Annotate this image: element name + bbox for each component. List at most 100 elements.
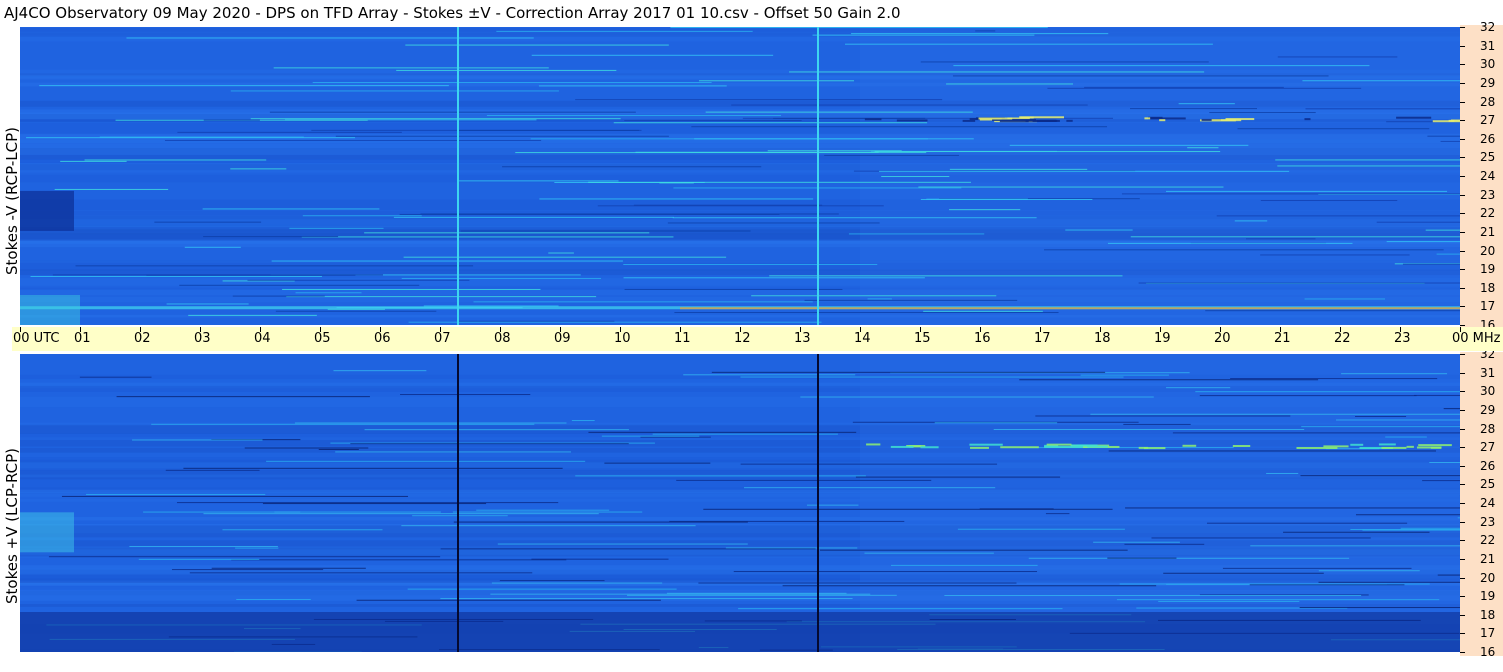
interference-streak <box>1336 419 1460 421</box>
utc-label: 20 <box>1214 331 1231 346</box>
signal-27mhz <box>970 446 989 449</box>
interference-streak <box>952 75 1329 77</box>
interference-streak <box>531 558 669 560</box>
freq-tick-17 <box>1460 633 1465 635</box>
interference-streak <box>782 585 1157 587</box>
interference-streak <box>879 170 1290 172</box>
interference-streak <box>262 503 487 505</box>
interference-streak <box>401 525 696 527</box>
interference-streak <box>623 264 878 266</box>
interference-streak <box>271 260 623 262</box>
interference-streak <box>993 429 1305 431</box>
interference-streak <box>683 374 856 376</box>
signal-27mhz <box>1396 116 1432 119</box>
chart-title: AJ4CO Observatory 09 May 2020 - DPS on T… <box>4 4 901 22</box>
low-freq-dark <box>20 612 1460 652</box>
interference-streak <box>333 370 427 372</box>
interference-streak <box>1436 253 1460 255</box>
interference-streak <box>1402 263 1460 265</box>
interference-streak <box>286 296 597 298</box>
interference-streak <box>851 33 1109 35</box>
interference-streak <box>1107 557 1177 559</box>
freq-label-26: 26 <box>1480 458 1496 473</box>
interference-streak <box>957 528 1125 530</box>
interference-streak <box>1187 147 1219 149</box>
utc-label: 00 MHz <box>1452 331 1501 346</box>
interference-streak <box>399 213 780 215</box>
interference-streak <box>1195 391 1460 393</box>
interference-streak <box>1130 108 1257 110</box>
interference-streak <box>738 608 1063 610</box>
interference-streak <box>171 569 324 571</box>
interference-streak <box>975 30 996 32</box>
interference-streak <box>1165 190 1448 192</box>
interference-streak <box>30 275 322 277</box>
interference-streak <box>881 176 950 178</box>
freq-label-24: 24 <box>1480 169 1496 183</box>
interference-streak <box>75 265 474 267</box>
utc-label: 18 <box>1094 331 1111 346</box>
interference-streak <box>1437 574 1460 576</box>
interference-streak <box>855 476 1061 478</box>
interference-streak <box>613 122 928 124</box>
interference-streak <box>698 582 1017 584</box>
freq-tick-21 <box>1460 558 1465 560</box>
freq-tick-23 <box>1460 194 1465 196</box>
interference-streak <box>274 511 301 513</box>
interference-streak <box>789 71 1205 73</box>
interference-streak <box>412 515 508 517</box>
interference-streak <box>597 205 884 207</box>
interference-streak <box>177 131 402 133</box>
interference-streak <box>401 277 601 279</box>
freq-tick-25 <box>1460 484 1465 486</box>
interference-streak <box>222 529 383 531</box>
utc-label: 13 <box>794 331 811 346</box>
signal-27mhz <box>1159 119 1166 122</box>
interference-streak <box>236 599 311 601</box>
freq-tick-20 <box>1460 577 1465 579</box>
interference-streak <box>733 571 1038 573</box>
interference-streak <box>1121 193 1460 195</box>
freq-tick-28 <box>1460 101 1465 103</box>
interference-streak <box>867 298 892 300</box>
freq-tick-30 <box>1460 64 1465 66</box>
interference-streak <box>266 460 586 462</box>
interference-streak <box>1019 379 1319 381</box>
interference-streak <box>711 371 1106 373</box>
interference-streak <box>1234 220 1268 222</box>
utc-label: 09 <box>554 331 571 346</box>
bottom-spectrogram-svg <box>20 354 1460 652</box>
bottom-panel-ylabel: Stokes +V (LCP-RCP) <box>3 448 21 604</box>
interference-streak <box>800 396 1154 398</box>
freq-tick-22 <box>1460 213 1465 215</box>
utc-label: 05 <box>314 331 331 346</box>
interference-streak <box>740 463 998 465</box>
freq-tick-19 <box>1460 596 1465 598</box>
interference-streak <box>691 126 1108 128</box>
interference-streak <box>116 396 370 398</box>
utc-label: 04 <box>254 331 271 346</box>
interference-streak <box>1260 254 1410 256</box>
interference-streak <box>1301 426 1460 428</box>
interference-streak <box>497 543 748 545</box>
freq-label-16: 16 <box>1480 645 1496 659</box>
freq-label-30: 30 <box>1480 384 1496 399</box>
interference-streak <box>538 85 727 87</box>
interference-streak <box>138 558 260 560</box>
freq-tick-32 <box>1460 354 1465 355</box>
utc-label: 07 <box>434 331 451 346</box>
interference-streak <box>1350 529 1460 531</box>
interference-streak <box>1047 87 1362 89</box>
interference-streak <box>244 447 369 449</box>
freq-tick-23 <box>1460 521 1465 523</box>
signal-27mhz <box>1448 119 1455 122</box>
utc-label: 02 <box>134 331 151 346</box>
signal-27mhz <box>1000 446 1039 449</box>
interference-streak <box>1084 86 1284 88</box>
interference-streak <box>491 582 663 584</box>
interference-streak <box>232 295 325 297</box>
interference-streak <box>393 216 674 218</box>
interference-streak <box>289 227 384 229</box>
interference-streak <box>874 151 1221 153</box>
freq-label-30: 30 <box>1480 57 1496 72</box>
